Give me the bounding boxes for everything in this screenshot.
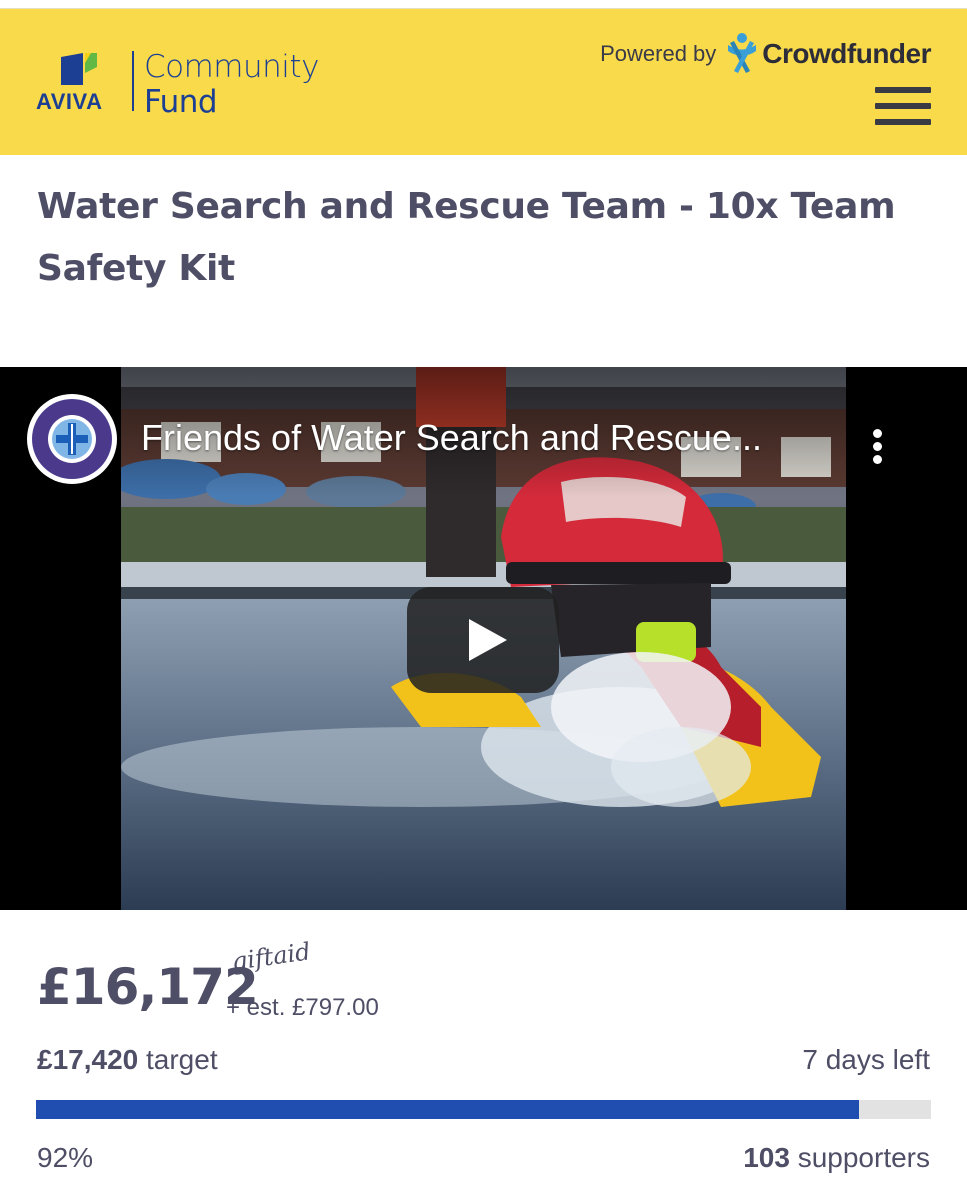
giftaid-logo: giftaid	[230, 937, 313, 976]
logo-community-text: Community	[144, 49, 319, 85]
water-search-rescue-logo[interactable]	[27, 394, 117, 484]
play-icon	[469, 619, 507, 661]
target-amount: £17,420	[37, 1044, 139, 1075]
supporters-count: 103 supporters	[743, 1142, 930, 1174]
giftaid-estimate: + est. £797.00	[226, 994, 379, 1021]
more-vert-icon[interactable]	[866, 425, 890, 469]
amount-raised: £16,172	[37, 958, 259, 1016]
logo-divider	[132, 51, 134, 111]
powered-by-text: Powered by	[600, 41, 717, 66]
aviva-community-fund-logo[interactable]: AVIVA Community Fund	[36, 49, 326, 129]
video-title[interactable]: Friends of Water Search and Rescue...	[141, 417, 831, 459]
video-player[interactable]: Friends of Water Search and Rescue...	[0, 367, 967, 910]
logo-fund-text: Fund	[144, 84, 218, 120]
aviva-logo-icon	[61, 53, 97, 85]
crowdfunder-brand: Crowdfunder	[762, 38, 931, 69]
funding-target: £17,420 target	[37, 1044, 218, 1076]
play-button[interactable]	[407, 587, 559, 693]
days-left: 7 days left	[802, 1044, 930, 1075]
project-title: Water Search and Rescue Team - 10x Team …	[37, 186, 896, 289]
hamburger-menu-icon[interactable]	[875, 87, 931, 127]
funding-progress-fill	[36, 1100, 860, 1119]
supporters-label: supporters	[797, 1142, 930, 1173]
aviva-wordmark: AVIVA	[36, 89, 103, 114]
funded-percent: 92%	[37, 1142, 94, 1173]
crowdfunder-logo-icon	[728, 33, 757, 73]
target-label: target	[146, 1044, 218, 1075]
powered-by-crowdfunder[interactable]: Powered by Crowdfunder	[600, 31, 931, 77]
funding-progress-bar	[36, 1100, 931, 1119]
site-header: AVIVA Community Fund Powered by Crowdfun…	[0, 8, 967, 155]
supporters-number: 103	[743, 1142, 790, 1173]
top-strip	[0, 0, 967, 8]
